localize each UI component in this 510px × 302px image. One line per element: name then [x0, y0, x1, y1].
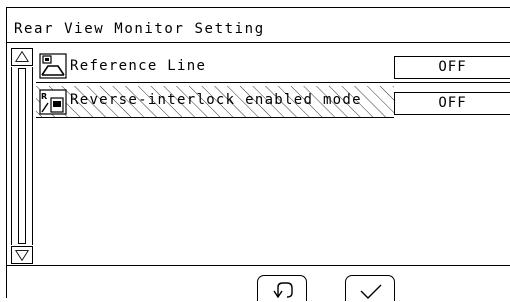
- triangle-up-icon: [14, 50, 30, 62]
- page-title: Rear View Monitor Setting: [14, 21, 265, 37]
- reference-line-icon: [39, 53, 67, 79]
- setting-label: Reference Line: [70, 58, 207, 74]
- row-divider: [36, 82, 510, 83]
- setting-label: Reverse-interlock enabled mode: [70, 92, 362, 108]
- title-divider: [7, 42, 510, 43]
- triangle-down-icon: [14, 250, 30, 262]
- footer-divider: [7, 265, 510, 266]
- return-arrow-icon: [273, 282, 293, 299]
- reverse-interlock-icon: R: [39, 89, 67, 115]
- scroll-thumb[interactable]: [18, 68, 26, 244]
- scroll-up-button[interactable]: [11, 48, 33, 66]
- back-button[interactable]: [257, 275, 307, 301]
- svg-text:R: R: [41, 92, 47, 101]
- setting-value-box[interactable]: OFF: [394, 56, 510, 79]
- scroll-down-button[interactable]: [11, 246, 33, 264]
- confirm-button[interactable]: [345, 275, 395, 301]
- screen-frame: [6, 7, 510, 298]
- checkmark-icon: [360, 284, 382, 299]
- setting-value-box[interactable]: OFF: [394, 92, 510, 115]
